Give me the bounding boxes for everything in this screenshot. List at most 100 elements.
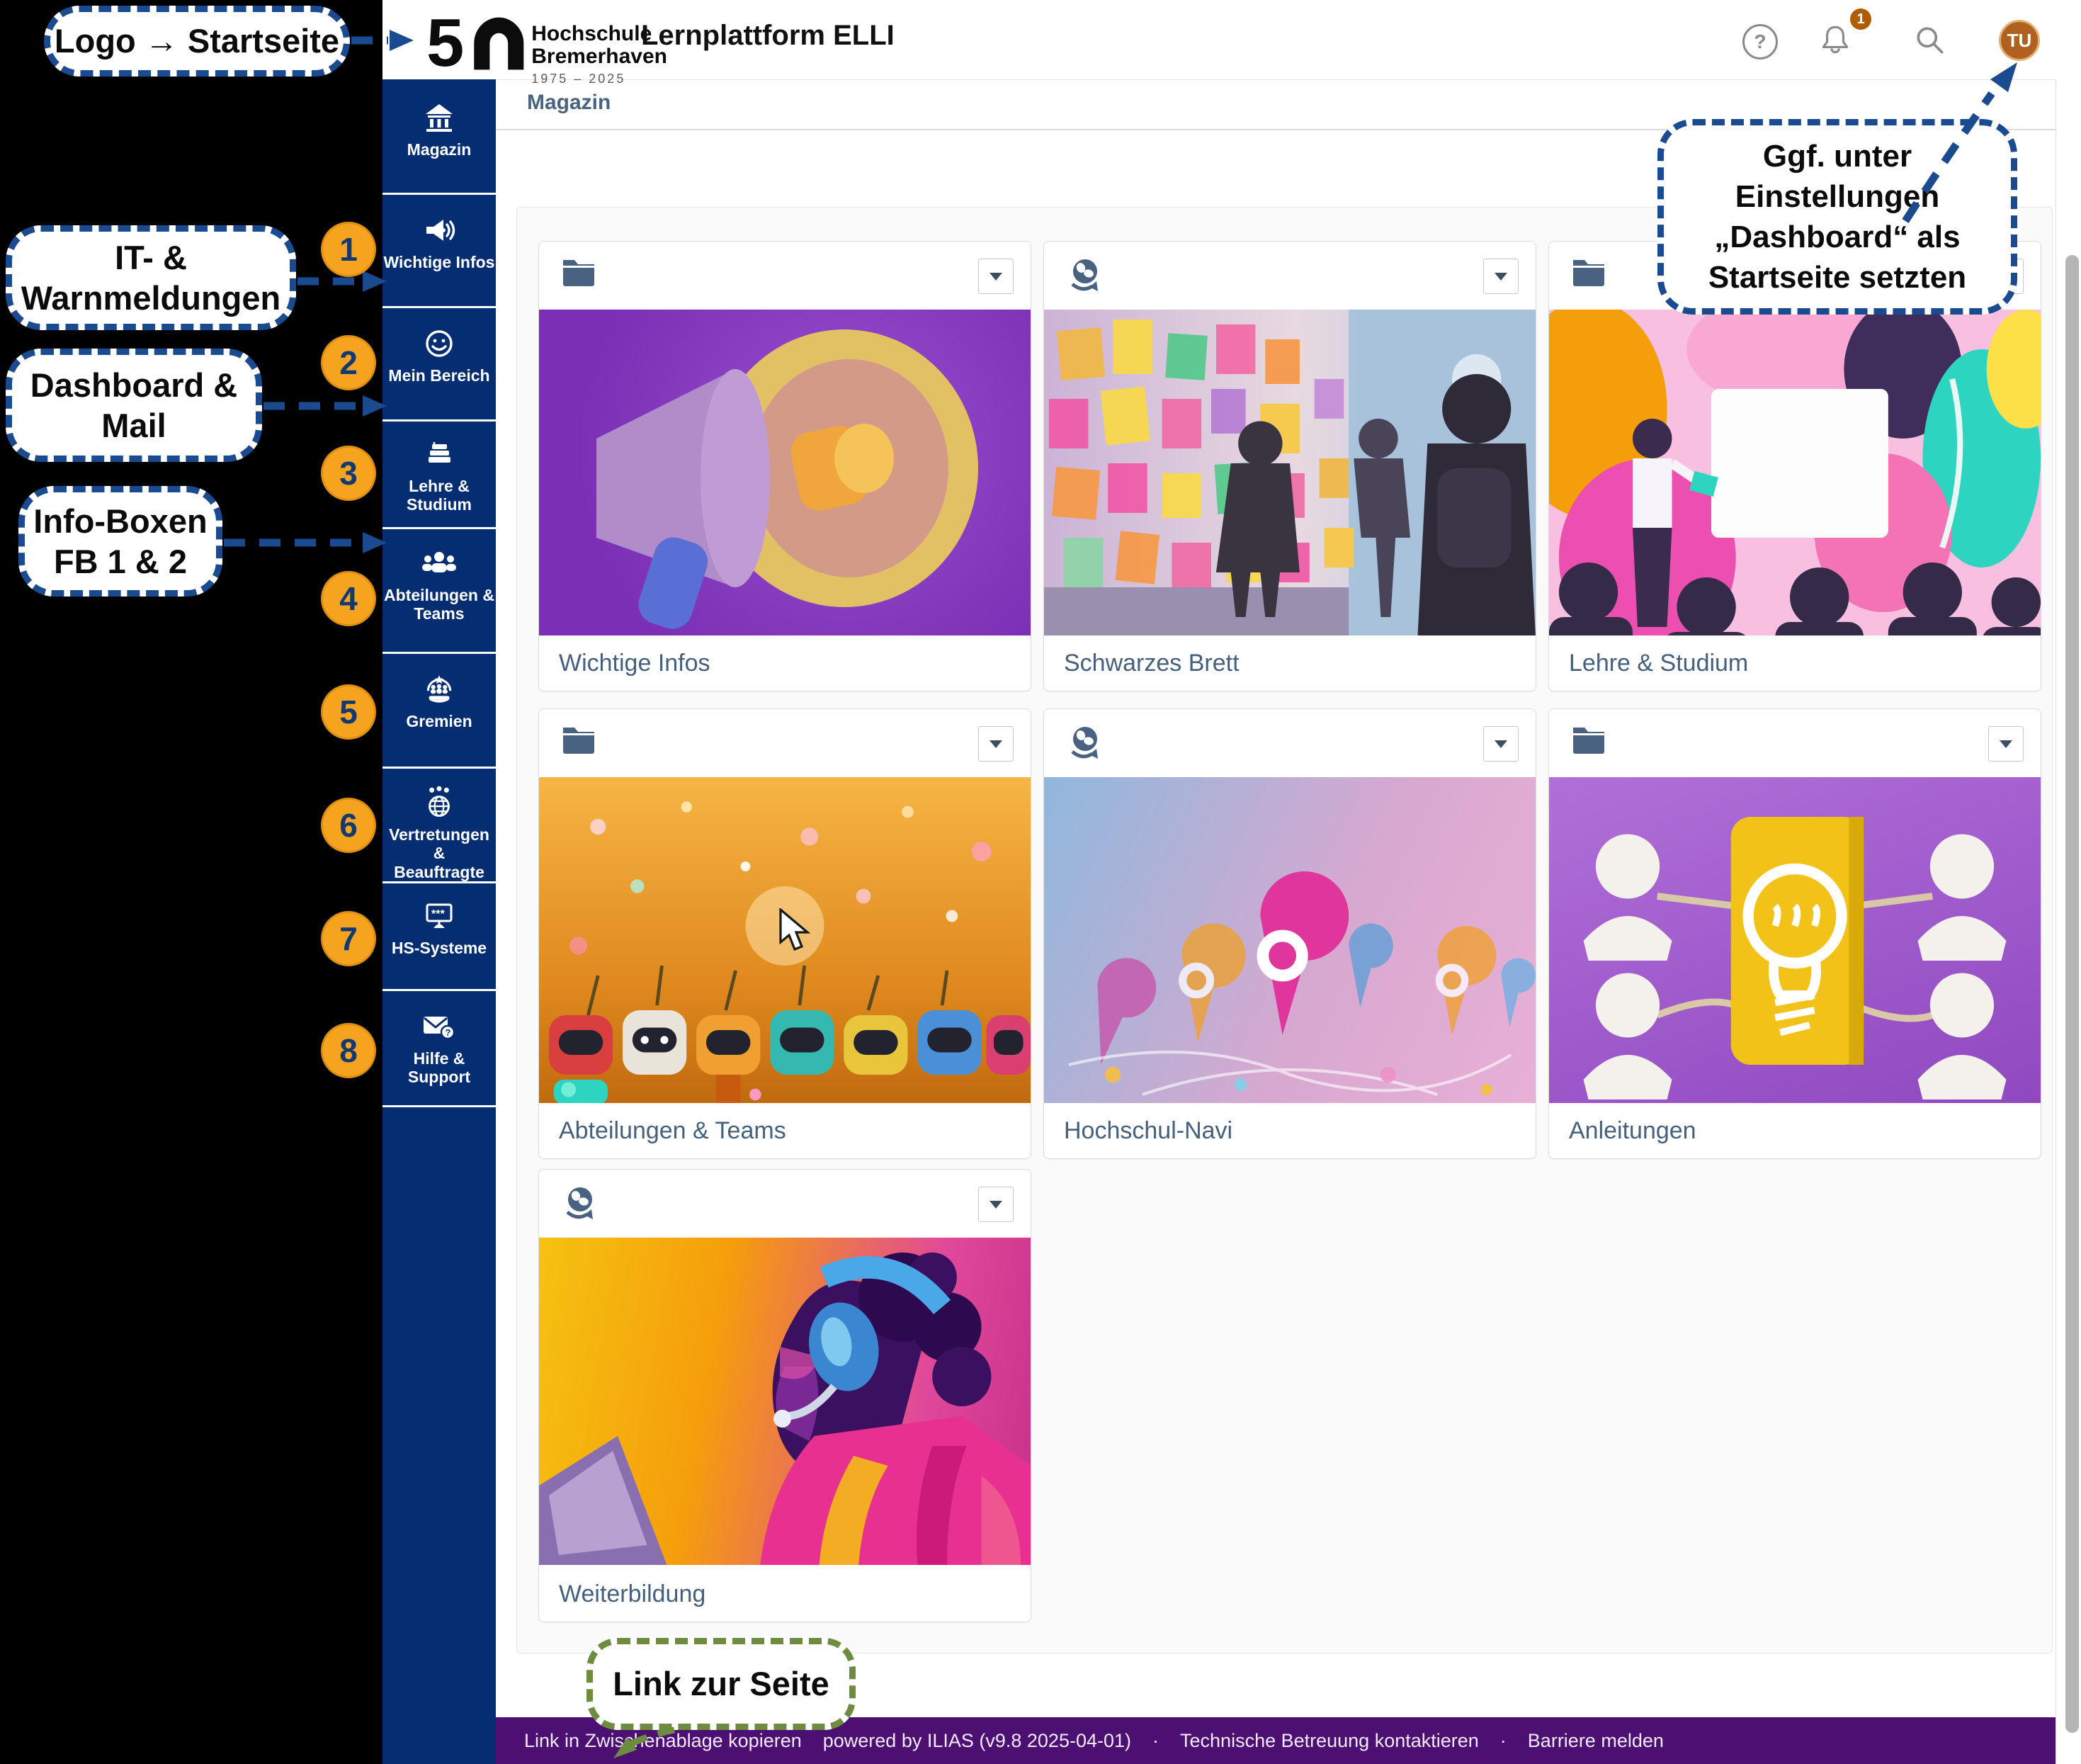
chevron-down-icon [1495,740,1507,748]
sidebar-item-label: Vertretungen & Beauftragte [382,825,496,881]
card-title[interactable]: Lehre & Studium [1549,635,2041,691]
sidebar-separator [382,767,496,769]
card-actions-dropdown[interactable] [1988,726,2024,762]
sidebar-item-mein-bereich[interactable]: Mein Bereich [382,308,496,419]
sidebar-item-vertretungen[interactable]: Vertretungen & Beauftragte [382,769,496,881]
card-wichtige-infos[interactable]: Wichtige Infos [538,241,1031,691]
university-logo[interactable]: 5 Hochschule Bremerhaven 1975 – 2025 [426,4,667,77]
card-actions-dropdown[interactable] [978,1187,1014,1222]
footer-powered-by[interactable]: powered by ILIAS (v9.8 2025-04-01) [823,1730,1131,1752]
callout-link-zur-seite: Link zur Seite [586,1638,856,1730]
card-actions-dropdown[interactable] [978,259,1014,294]
books-icon [421,437,457,471]
logo-years: 1975 – 2025 [531,72,667,86]
sidebar-item-label: Mein Bereich [388,366,489,385]
annotation-number-4: 4 [321,571,376,626]
sidebar-separator [382,1105,496,1107]
card-image-sticky-notes [1044,310,1536,637]
megaphone-icon [421,213,457,247]
card-image-presentation [1549,310,2041,637]
card-title[interactable]: Schwarzes Brett [1044,635,1536,691]
scrollbar-thumb[interactable] [2065,255,2079,1733]
card-header [1044,242,1536,310]
folder-icon [560,256,597,288]
card-header [1549,709,2041,777]
sidebar-item-magazin[interactable]: Magazin [382,79,496,193]
page-title: Lernplattform ELLI [641,20,895,52]
sidebar-item-label: HS-Systeme [392,939,487,957]
sidebar-item-label: Hilfe & Support [382,1049,496,1087]
footer-copy-link[interactable]: Link in Zwischenablage kopieren [524,1730,802,1752]
sidebar-item-label: Abteilungen & Teams [384,586,494,623]
annotation-number-6: 6 [321,798,376,853]
card-header [539,242,1031,310]
annotation-number-3: 3 [321,446,376,501]
card-hochschul-navi[interactable]: Hochschul-Navi [1043,708,1536,1159]
breadcrumb-magazin[interactable]: Magazin [527,91,611,115]
svg-text:?: ? [446,1027,451,1038]
weblink-icon [560,1184,599,1222]
committee-icon [421,671,457,706]
card-image-map-pins [1044,777,1536,1104]
sidebar-item-hilfe-support[interactable]: ? Hilfe & Support [382,991,496,1105]
search-icon[interactable] [1912,23,1948,62]
annotation-number-2: 2 [321,335,376,390]
sidebar-separator [382,652,496,654]
card-title[interactable]: Hochschul-Navi [1044,1103,1536,1158]
chevron-down-icon [1495,273,1507,281]
sidebar-item-hs-systeme[interactable]: *** HS-Systeme [382,883,496,989]
sidebar-item-lehre-studium[interactable]: Lehre & Studium [382,422,496,527]
weblink-icon [1065,723,1104,762]
callout-infoboxen: Info-Boxen FB 1 & 2 [18,486,222,597]
screenshot-canvas: Magazin 5 Hochschule Bremerhaven 1975 – … [0,0,2081,1764]
card-title[interactable]: Weiterbildung [539,1566,1031,1622]
mail-help-icon: ? [421,1011,458,1044]
sidebar-item-wichtige-infos[interactable]: Wichtige Infos [382,195,496,306]
bank-icon [422,101,456,135]
card-title[interactable]: Wichtige Infos [539,635,1031,691]
card-title[interactable]: Abteilungen & Teams [539,1103,1031,1158]
svg-text:***: *** [431,908,445,920]
sidebar-item-abteilungen-teams[interactable]: Abteilungen & Teams [382,529,496,652]
sidebar-item-label: Wichtige Infos [384,253,495,271]
chevron-down-icon [990,1201,1002,1209]
card-title[interactable]: Anleitungen [1549,1103,2041,1158]
card-actions-dropdown[interactable] [1483,259,1519,294]
annotation-number-8: 8 [321,1023,376,1078]
footer-separator: · [1152,1730,1159,1752]
card-image-megaphone [539,310,1031,637]
smiley-icon [422,327,456,361]
callout-it-warnmeldungen: IT- & Warnmeldungen [6,225,296,330]
card-actions-dropdown[interactable] [1483,726,1519,762]
sidebar-separator [382,193,496,195]
sidebar-item-gremien[interactable]: Gremien [382,654,496,767]
chevron-down-icon [2000,740,2012,748]
logo-50-icon: 5 [426,4,524,75]
card-image-headphones-learner [539,1238,1031,1565]
sidebar-separator [382,306,496,308]
footer-support-contact[interactable]: Technische Betreuung kontaktieren [1180,1730,1479,1752]
footer-separator: · [1500,1730,1507,1752]
notifications-bell-icon[interactable] [1818,23,1853,62]
card-header [1044,709,1536,777]
callout-logo-startseite: Logo → Startseite [44,6,350,77]
card-actions-dropdown[interactable] [978,726,1014,762]
footer-report-barrier[interactable]: Barriere melden [1528,1730,1664,1752]
sidebar-separator [382,881,496,883]
mouse-cursor-icon [778,908,816,952]
card-image-lightbulb [1549,777,2041,1104]
folder-icon [560,723,597,756]
avatar[interactable]: TU [1999,20,2040,61]
card-schwarzes-brett[interactable]: Schwarzes Brett [1043,241,1536,691]
annotation-number-1: 1 [321,222,376,277]
chevron-down-icon [990,740,1002,748]
card-weiterbildung[interactable]: Weiterbildung [538,1169,1031,1622]
help-icon[interactable]: ? [1742,24,1778,60]
sidebar-item-label: Gremien [406,712,472,730]
card-header [539,1170,1031,1238]
card-anleitungen[interactable]: Anleitungen [1548,708,2041,1159]
callout-dashboard-mail: Dashboard & Mail [6,349,262,462]
annotation-number-7: 7 [321,911,376,966]
notification-count-badge: 1 [1850,9,1871,30]
annotation-number-5: 5 [321,684,376,740]
